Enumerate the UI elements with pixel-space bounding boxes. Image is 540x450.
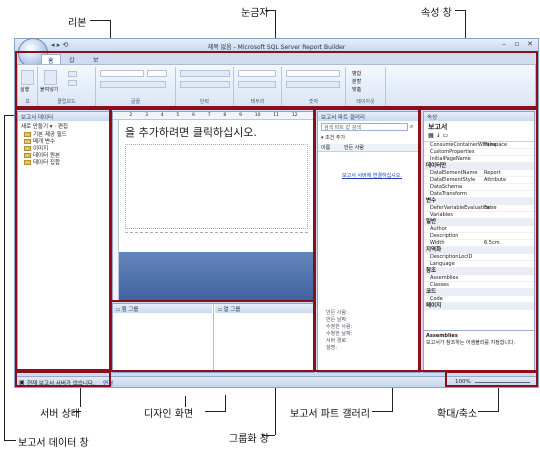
callout-grouping-pane: 그룹화 창 <box>229 434 269 445</box>
callout-ruler: 눈금자 <box>241 8 269 19</box>
leader-line <box>478 411 498 412</box>
maximize-icon[interactable]: ▫ <box>511 40 523 50</box>
leader-line <box>4 115 5 441</box>
leader-line <box>265 10 275 11</box>
zoom-highlight <box>445 371 538 387</box>
leader-line <box>262 435 275 436</box>
leader-line <box>80 385 81 407</box>
close-icon[interactable]: ✕ <box>524 40 536 50</box>
ribbon-highlight <box>15 51 538 108</box>
callout-zoom: 확대/축소 <box>437 409 478 420</box>
callout-server-status: 서버 상태 <box>40 409 80 420</box>
callout-design-surface: 디자인 화면 <box>144 409 194 420</box>
callout-ribbon: 리본 <box>68 18 87 29</box>
callout-report-data-pane: 보고서 데이터 창 <box>18 438 89 449</box>
window-title: 제목 없음 - Microsoft SQL Server Report Buil… <box>207 44 346 51</box>
leader-line <box>455 10 465 11</box>
callout-properties-pane: 속성 창 <box>421 8 452 19</box>
grouping-highlight <box>110 300 315 372</box>
leader-line <box>4 440 16 441</box>
server-status-highlight <box>15 371 111 387</box>
report-data-highlight <box>15 108 111 371</box>
leader-line <box>225 395 226 412</box>
leader-line <box>90 20 110 21</box>
properties-highlight <box>419 108 538 372</box>
design-surface-highlight <box>110 108 315 302</box>
leader-line <box>205 411 225 412</box>
callout-report-part-gallery: 보고서 파트 갤러리 <box>290 409 370 420</box>
leader-line <box>372 411 392 412</box>
leader-line <box>498 388 499 412</box>
gallery-highlight <box>314 108 420 372</box>
leader-line <box>73 411 81 412</box>
leader-line <box>185 396 186 407</box>
minimize-icon[interactable]: – <box>498 40 510 50</box>
